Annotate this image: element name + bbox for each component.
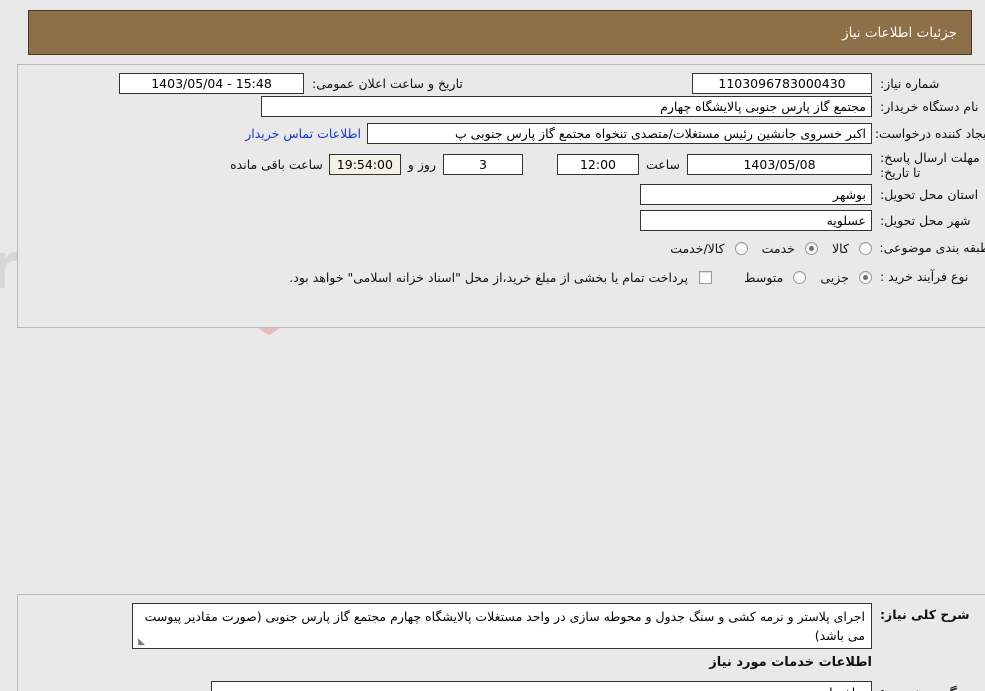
label-province: استان محل تحویل: xyxy=(880,186,979,202)
buyer-contact-link[interactable]: اطلاعات تماس خریدار xyxy=(245,126,361,141)
requester-field: اکبر خسروی جانشین رئیس مستغلات/متصدی تنخ… xyxy=(367,123,872,144)
checkbox-input-treasury-bonds[interactable] xyxy=(699,270,713,284)
radio-label-jozei: جزیی xyxy=(820,269,849,285)
services-section-heading: اطلاعات خدمات مورد نیاز xyxy=(709,654,872,670)
deadline-date-field: 1403/05/08 xyxy=(687,153,872,175)
radio-label-kala: کالا xyxy=(832,240,849,256)
deadline-time-field: 12:00 xyxy=(556,153,639,175)
radio-input-khedmat[interactable] xyxy=(805,241,819,255)
label-city: شهر محل تحویل: xyxy=(880,212,971,228)
label-need-number: شماره نیاز: xyxy=(880,76,940,91)
description-text: اجرای پلاستر و نرمه کشی و سنگ جدول و محو… xyxy=(144,609,865,643)
need-info-panel: شماره نیاز: 1103096783000430 تاریخ و ساع… xyxy=(17,64,985,328)
resize-grip-icon[interactable]: ◣ xyxy=(136,638,145,647)
label-category: طبقه بندی موضوعی: xyxy=(879,239,985,255)
checkbox-treasury-bonds[interactable]: پرداخت تمام یا بخشی از مبلغ خرید،از محل … xyxy=(275,267,713,286)
radio-label-kala-khedmat: کالا/خدمت xyxy=(670,240,725,256)
province-field: بوشهر xyxy=(640,183,872,205)
radio-category-kala[interactable]: کالا xyxy=(818,238,872,257)
city-field: عسلویه xyxy=(640,209,872,231)
label-days: روز و xyxy=(407,156,436,172)
radio-category-khedmat[interactable]: خدمت xyxy=(748,238,819,257)
page-title: جزئیات اطلاعات نیاز xyxy=(842,24,957,41)
label-service-group: گروه خدمت: xyxy=(872,685,985,691)
radio-input-motevaset[interactable] xyxy=(793,270,807,284)
radio-process-jozei[interactable]: جزیی xyxy=(806,267,872,286)
announce-datetime-field: 15:48 - 1403/05/04 xyxy=(119,73,304,94)
checkbox-label-treasury-bonds: پرداخت تمام یا بخشی از مبلغ خرید،از محل … xyxy=(289,269,688,285)
service-group-field: ساختمان xyxy=(211,681,872,691)
description-textarea[interactable]: اجرای پلاستر و نرمه کشی و سنگ جدول و محو… xyxy=(132,603,872,649)
label-requester: ایجاد کننده درخواست: xyxy=(874,126,985,141)
buyer-org-field: مجتمع گاز پارس جنوبی پالایشگاه چهارم xyxy=(261,96,872,117)
label-announce-datetime: تاریخ و ساعت اعلان عمومی: xyxy=(312,76,463,91)
need-number-field: 1103096783000430 xyxy=(692,73,872,94)
radio-label-khedmat: خدمت xyxy=(761,240,795,256)
remaining-days-field: 3 xyxy=(442,153,523,175)
radio-input-kala-khedmat[interactable] xyxy=(734,241,748,255)
page-header: جزئیات اطلاعات نیاز xyxy=(28,10,972,55)
radio-input-jozei[interactable] xyxy=(859,270,872,284)
label-process-type: نوع فرآیند خرید : xyxy=(880,268,969,284)
radio-category-kala-khedmat[interactable]: کالا/خدمت xyxy=(656,238,748,257)
label-deadline: مهلت ارسال پاسخ: تا تاریخ: xyxy=(880,150,980,180)
label-remaining: ساعت باقی مانده xyxy=(230,156,323,172)
remaining-time-field: 19:54:00 xyxy=(328,153,401,175)
service-details-panel: شرح کلی نیاز: اجرای پلاستر و نرمه کشی و … xyxy=(17,594,985,691)
label-deadline-time: ساعت xyxy=(645,156,680,172)
label-description: شرح کلی نیاز: xyxy=(880,607,970,622)
label-buyer-org: نام دستگاه خریدار: xyxy=(880,99,979,114)
page-root: جزئیات اطلاعات نیاز AriaTender .net شمار… xyxy=(0,0,985,691)
radio-label-motevaset: متوسط xyxy=(744,269,784,285)
radio-process-motevaset[interactable]: متوسط xyxy=(730,267,807,286)
radio-input-kala[interactable] xyxy=(859,241,872,255)
